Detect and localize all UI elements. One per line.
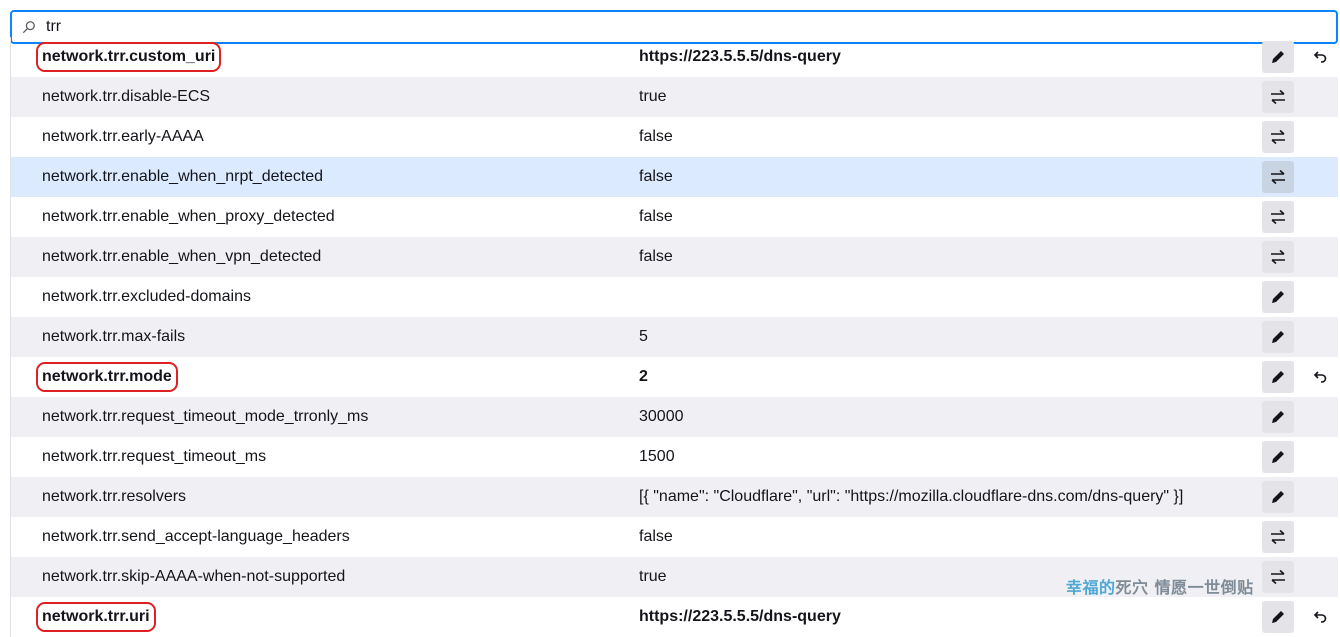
pref-row-enable-when-proxy-detected[interactable]: network.trr.enable_when_proxy_detected f… [11,197,1338,237]
toggle-icon [1271,209,1285,225]
pref-value: false [639,128,673,145]
pref-value: false [639,208,673,225]
toggle-button[interactable] [1262,521,1294,553]
pref-name: network.trr.uri [36,602,156,632]
pref-name: network.trr.enable_when_proxy_detected [42,208,335,225]
toggle-button[interactable] [1262,561,1294,593]
edit-button[interactable] [1262,601,1294,633]
toggle-button[interactable] [1262,121,1294,153]
pref-value: [{ "name": "Cloudflare", "url": "https:/… [639,488,1184,505]
toggle-icon [1271,129,1285,145]
toggle-button[interactable] [1262,161,1294,193]
pref-name: network.trr.resolvers [42,488,187,505]
pencil-icon [1272,411,1284,423]
undo-icon [1313,611,1327,623]
pref-row-uri[interactable]: network.trr.uri https://223.5.5.5/dns-qu… [11,597,1338,637]
search-icon [22,18,40,36]
pencil-icon [1272,371,1284,383]
toggle-icon [1271,89,1285,105]
toggle-icon [1271,569,1285,585]
reset-button[interactable] [1304,361,1336,393]
edit-button[interactable] [1262,281,1294,313]
pref-name: network.trr.max-fails [42,328,186,345]
pref-row-mode[interactable]: network.trr.mode 2 [11,357,1338,397]
pref-name: network.trr.enable_when_vpn_detected [42,248,322,265]
pref-name: network.trr.request_timeout_mode_trronly… [42,408,369,425]
pref-row-early-aaaa[interactable]: network.trr.early-AAAA false [11,117,1338,157]
pref-name: network.trr.disable-ECS [42,88,211,105]
pref-row-resolvers[interactable]: network.trr.resolvers [{ "name": "Cloudf… [11,477,1338,517]
pref-value: false [639,248,673,265]
pref-value: 5 [639,328,648,345]
undo-icon [1313,51,1327,63]
pref-name: network.trr.request_timeout_ms [42,448,267,465]
toggle-button[interactable] [1262,81,1294,113]
toggle-button[interactable] [1262,201,1294,233]
pref-value: true [639,568,667,585]
pref-name: network.trr.send_accept-language_headers [42,528,350,545]
toggle-icon [1271,249,1285,265]
edit-button[interactable] [1262,401,1294,433]
edit-button[interactable] [1262,441,1294,473]
pref-value: true [639,88,667,105]
pref-name: network.trr.mode [36,362,178,392]
pref-row-enable-when-nrpt-detected[interactable]: network.trr.enable_when_nrpt_detected fa… [11,157,1338,197]
pref-value: 1500 [639,448,675,465]
undo-icon [1313,371,1327,383]
pencil-icon [1272,291,1284,303]
pref-row-disable-ecs[interactable]: network.trr.disable-ECS true [11,77,1338,117]
pref-value: false [639,168,673,185]
pencil-icon [1272,611,1284,623]
watermark-part2: 死穴 情愿一世倒贴 [1115,578,1254,597]
pref-value: https://223.5.5.5/dns-query [639,48,841,65]
pref-row-max-fails[interactable]: network.trr.max-fails 5 [11,317,1338,357]
pref-row-request-timeout-mode-trronly-ms[interactable]: network.trr.request_timeout_mode_trronly… [11,397,1338,437]
pref-row-send-accept-language-headers[interactable]: network.trr.send_accept-language_headers… [11,517,1338,557]
pref-name: network.trr.custom_uri [35,42,222,72]
pref-name: network.trr.skip-AAAA-when-not-supported [42,568,346,585]
toggle-icon [1271,169,1285,185]
watermark-part1: 幸福的 [1066,578,1116,597]
edit-button[interactable] [1262,41,1294,73]
search-input[interactable] [44,17,1244,37]
toggle-button[interactable] [1262,241,1294,273]
pref-name: network.trr.enable_when_nrpt_detected [42,168,324,185]
toggle-icon [1271,529,1285,545]
pencil-icon [1272,51,1284,63]
pref-row-excluded-domains[interactable]: network.trr.excluded-domains [11,277,1338,317]
pref-row-custom-uri[interactable]: network.trr.custom_uri https://223.5.5.5… [11,37,1338,77]
edit-button[interactable] [1262,481,1294,513]
watermark: 幸福的死穴 情愿一世倒贴 [1066,574,1254,598]
pencil-icon [1272,451,1284,463]
pref-row-enable-when-vpn-detected[interactable]: network.trr.enable_when_vpn_detected fal… [11,237,1338,277]
pref-value: 2 [639,368,648,385]
edit-button[interactable] [1262,361,1294,393]
pencil-icon [1272,331,1284,343]
pref-name: network.trr.excluded-domains [42,288,251,305]
pref-name: network.trr.early-AAAA [42,128,204,145]
reset-button[interactable] [1304,41,1336,73]
edit-button[interactable] [1262,321,1294,353]
pref-row-request-timeout-ms[interactable]: network.trr.request_timeout_ms 1500 [11,437,1338,477]
reset-button[interactable] [1304,601,1336,633]
pref-value: false [639,528,673,545]
pref-value: https://223.5.5.5/dns-query [639,608,841,625]
pref-value: 30000 [639,408,684,425]
preferences-table: network.trr.custom_uri https://223.5.5.5… [10,37,1338,637]
pencil-icon [1272,491,1284,503]
